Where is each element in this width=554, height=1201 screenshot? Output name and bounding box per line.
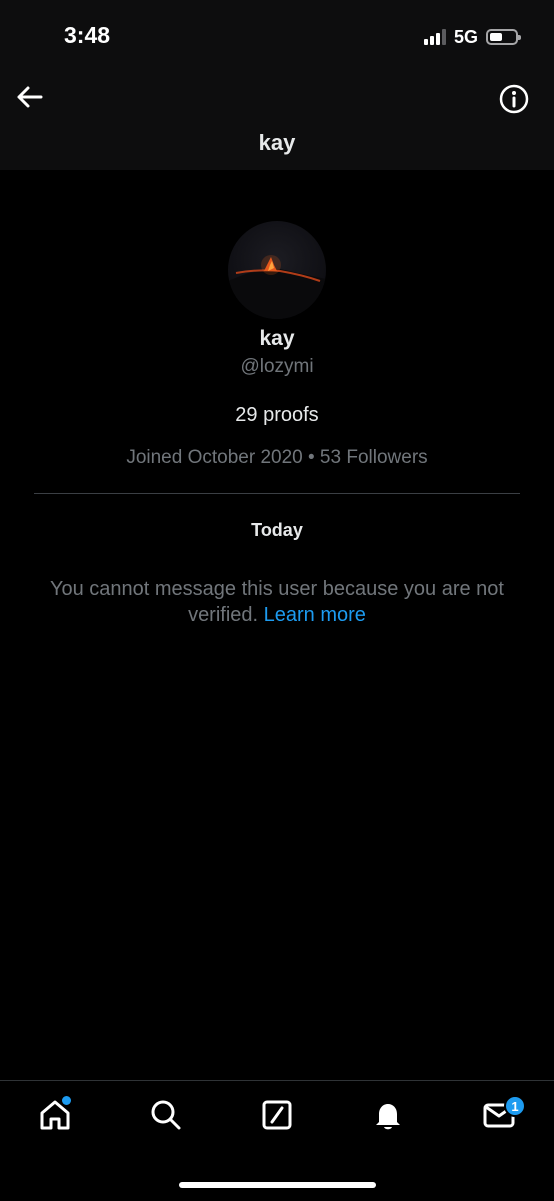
status-time: 3:48 [64, 22, 111, 48]
search-icon [151, 1100, 181, 1130]
battery-icon [486, 29, 521, 45]
notifications-icon [376, 1104, 400, 1130]
info-button[interactable] [498, 83, 530, 115]
home-indicator[interactable] [179, 1182, 376, 1188]
signal-icon [423, 29, 446, 45]
divider [34, 493, 520, 494]
back-button[interactable] [14, 82, 44, 112]
home-notification-dot [62, 1096, 71, 1105]
nav-notifications[interactable] [370, 1097, 406, 1133]
profile-meta: Joined October 2020 • 53 Followers [126, 447, 428, 468]
status-icons: 5G [423, 26, 521, 48]
profile-handle: @lozymi [240, 356, 314, 377]
messages-badge: 1 [504, 1095, 526, 1117]
top-bar: 3:48 5G kay [0, 0, 554, 170]
avatar-image [228, 255, 326, 319]
header-title: kay [258, 130, 296, 155]
arrow-left-icon [17, 86, 43, 108]
profile-name: kay [259, 327, 295, 350]
avatar[interactable] [228, 221, 326, 319]
info-circle-icon [499, 84, 529, 114]
profile-bio: 29 proofs [235, 404, 319, 426]
nav-grok[interactable] [259, 1097, 295, 1133]
grok-icon [262, 1100, 292, 1130]
nav-search[interactable] [148, 1097, 184, 1133]
day-label: Today [251, 520, 303, 540]
network-label: 5G [453, 26, 478, 47]
learn-more-link[interactable]: Learn more [264, 604, 366, 626]
message-restriction-notice: You cannot message this user because you… [30, 576, 524, 628]
